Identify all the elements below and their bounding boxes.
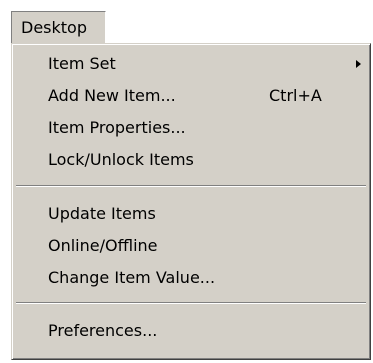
menu-desktop[interactable]: Desktop (11, 11, 106, 43)
menu-item-add-new-item[interactable]: Add New Item... Ctrl+A (15, 80, 367, 112)
menu-item-label: Preferences... (48, 321, 158, 340)
menu-item-label: Add New Item... (48, 86, 176, 105)
menu-item-label: Online/Offline (48, 236, 158, 255)
menu-item-item-set[interactable]: Item Set (15, 48, 367, 80)
menu-item-label: Update Items (48, 204, 156, 223)
menu-item-lock-unlock-items[interactable]: Lock/Unlock Items (15, 144, 367, 176)
menu-item-label: Item Set (48, 54, 116, 73)
menu-separator (16, 185, 366, 187)
menu-separator (16, 302, 366, 304)
menu-desktop-label: Desktop (21, 18, 87, 37)
menu-item-online-offline[interactable]: Online/Offline (15, 230, 367, 262)
menu-item-label: Lock/Unlock Items (48, 150, 194, 169)
screen: Desktop Item Set Add New Item... Ctrl+A … (0, 0, 373, 363)
desktop-dropdown-menu: Item Set Add New Item... Ctrl+A Item Pro… (11, 43, 371, 360)
menu-item-label: Item Properties... (48, 118, 186, 137)
menu-item-preferences[interactable]: Preferences... (15, 315, 367, 347)
menu-item-shortcut: Ctrl+A (269, 86, 322, 105)
menu-item-change-item-value[interactable]: Change Item Value... (15, 262, 367, 294)
menu-item-item-properties[interactable]: Item Properties... (15, 112, 367, 144)
submenu-arrow-icon (356, 60, 361, 68)
menu-item-update-items[interactable]: Update Items (15, 198, 367, 230)
menu-item-label: Change Item Value... (48, 268, 216, 287)
